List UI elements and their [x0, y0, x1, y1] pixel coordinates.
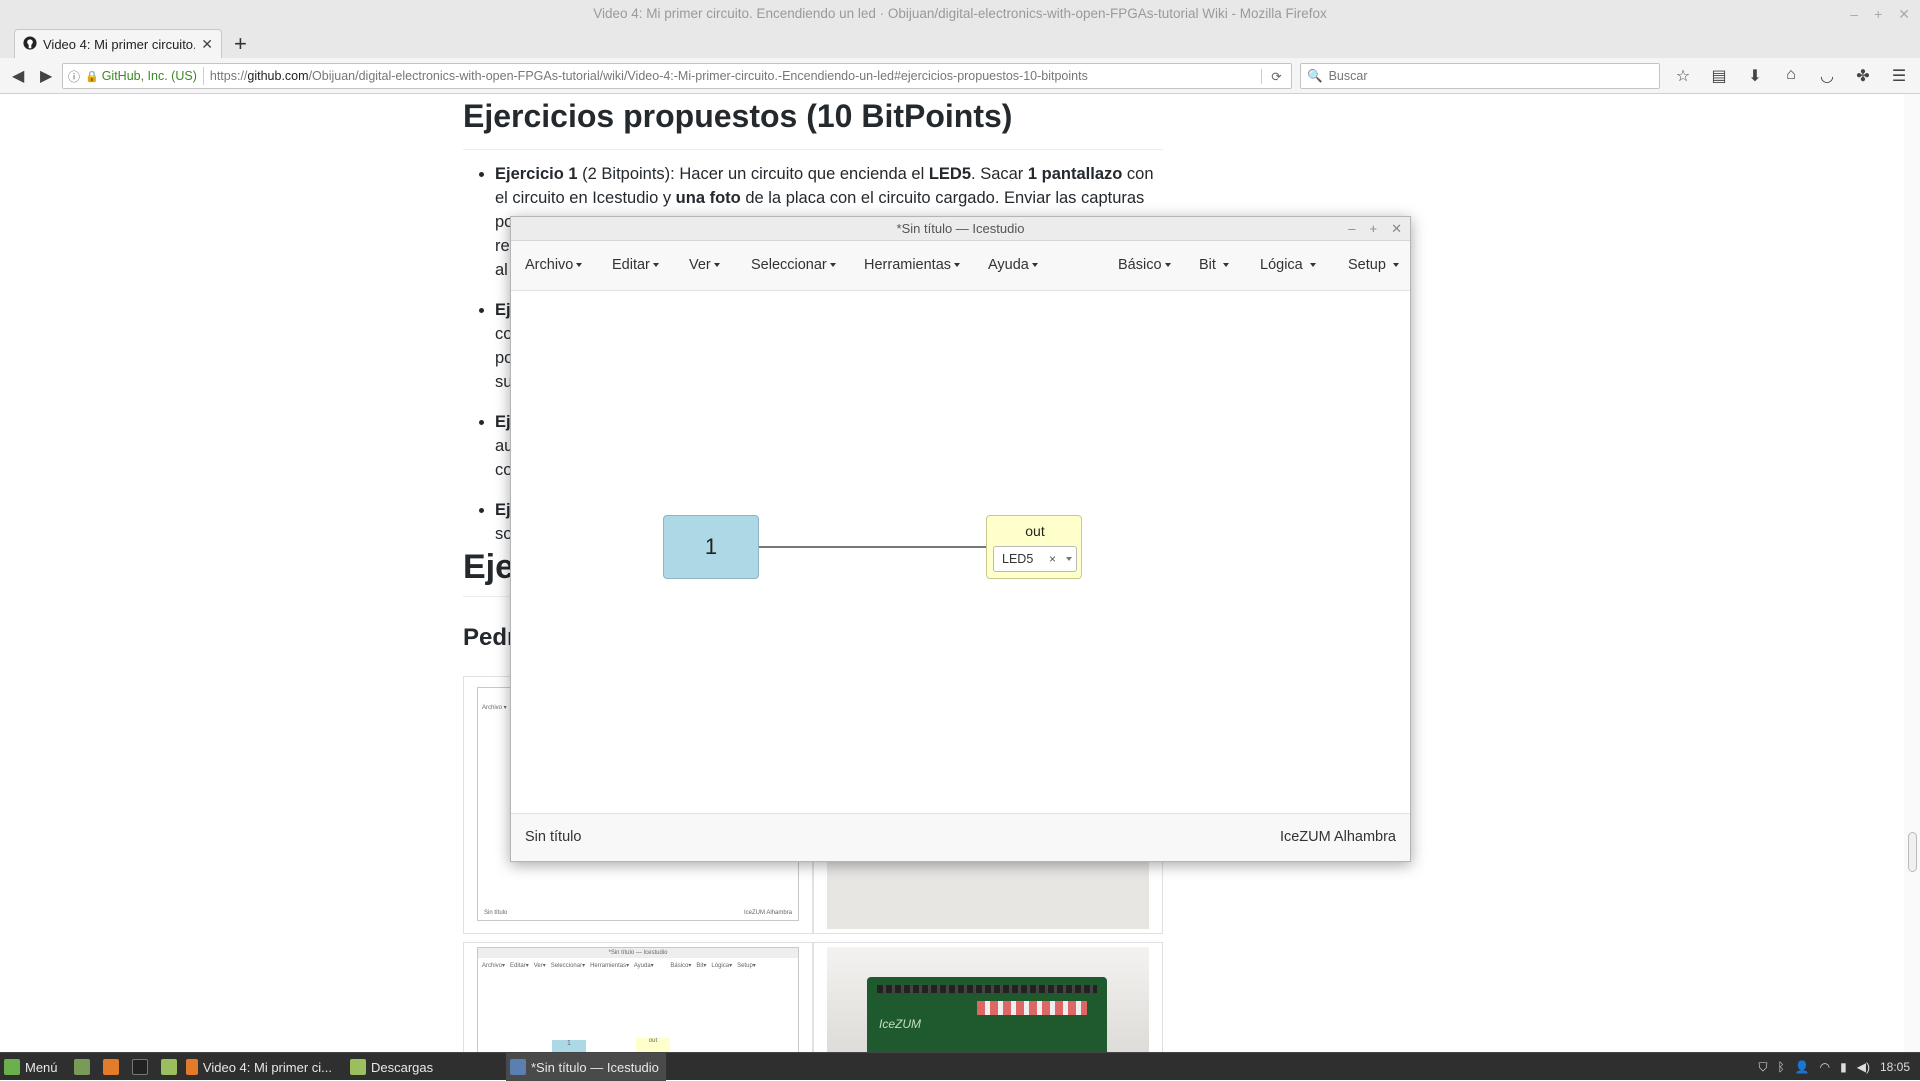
menu-basico[interactable]: Básico	[1118, 257, 1171, 273]
minimize-icon[interactable]: –	[1348, 217, 1355, 241]
icestudio-menubar: Archivo Editar Ver Seleccionar Herramien…	[511, 241, 1410, 291]
gallery-cell: IceZUM	[813, 942, 1163, 1052]
wire[interactable]	[759, 546, 986, 548]
window-titlebar: Video 4: Mi primer circuito. Encendiendo…	[0, 0, 1920, 28]
menu-ayuda[interactable]: Ayuda	[988, 257, 1038, 273]
firefox-icon[interactable]	[103, 1059, 119, 1075]
battery-icon[interactable]: ▮	[1840, 1060, 1847, 1074]
taskbar-item-firefox[interactable]: Video 4: Mi primer ci...	[182, 1053, 332, 1081]
menu-ver[interactable]: Ver	[689, 257, 720, 273]
folder-icon[interactable]	[161, 1059, 177, 1075]
circuit-canvas[interactable]: 1 out LED5 ×	[511, 291, 1410, 813]
terminal-icon[interactable]	[132, 1059, 148, 1075]
pin-value: LED5	[1002, 552, 1034, 566]
board-photo[interactable]: IceZUM	[827, 947, 1149, 1052]
info-icon[interactable]: ⓘ	[63, 68, 85, 85]
folder-icon	[350, 1059, 366, 1075]
icestudio-icon	[510, 1059, 526, 1075]
constant-block[interactable]: 1	[663, 515, 759, 579]
reading-list-icon[interactable]: ▤	[1708, 66, 1730, 86]
bluetooth-icon[interactable]: ᛒ	[1777, 1060, 1784, 1074]
start-menu-button[interactable]: Menú	[4, 1053, 58, 1081]
menu-seleccionar[interactable]: Seleccionar	[751, 257, 836, 273]
tab-bar: Video 4: Mi primer circuito. ✕ +	[0, 28, 1920, 59]
screenshot-thumbnail[interactable]: *Sin título — Icestudio Archivo▾ Editar▾…	[477, 947, 799, 1052]
wifi-icon[interactable]: ◠	[1820, 1060, 1830, 1074]
search-placeholder: Buscar	[1328, 69, 1368, 83]
output-block[interactable]: out LED5 ×	[986, 515, 1082, 579]
icestudio-window: *Sin título — Icestudio – + ✕ Archivo Ed…	[510, 216, 1411, 862]
minimize-icon[interactable]: –	[1850, 0, 1858, 28]
system-tray: ⛉ ᛒ 👤 ◠ ▮ ◀) 18:05	[1758, 1053, 1910, 1081]
menu-editar[interactable]: Editar	[612, 257, 659, 273]
url-bar[interactable]: ⓘ 🔒 GitHub, Inc. (US) https://github.com…	[62, 63, 1292, 89]
github-icon	[23, 36, 37, 53]
output-label: out	[1025, 523, 1045, 539]
tab-title: Video 4: Mi primer circuito.	[43, 37, 196, 52]
dropdown-arrow-icon[interactable]	[1066, 557, 1072, 561]
pin-select[interactable]: LED5 ×	[993, 546, 1077, 572]
site-identity[interactable]: GitHub, Inc. (US)	[102, 69, 197, 83]
mint-logo-icon	[4, 1059, 20, 1075]
search-input[interactable]: 🔍 Buscar	[1300, 63, 1660, 89]
menu-logica[interactable]: Lógica	[1260, 257, 1316, 273]
close-icon[interactable]: ✕	[1391, 217, 1402, 241]
pocket-icon[interactable]: ◡	[1816, 66, 1838, 86]
page-scrollbar[interactable]	[1904, 94, 1920, 1052]
scrollbar-thumb[interactable]	[1908, 832, 1917, 872]
taskbar: Menú Video 4: Mi primer ci... Descargas …	[0, 1052, 1920, 1081]
menu-bit[interactable]: Bit	[1199, 257, 1229, 273]
firefox-icon	[186, 1059, 198, 1075]
menu-setup[interactable]: Setup	[1348, 257, 1399, 273]
section-heading: Ejercicios propuestos (10 BitPoints)	[463, 94, 1163, 150]
navigation-bar: ◀ ▶ ⓘ 🔒 GitHub, Inc. (US) https://github…	[0, 58, 1920, 94]
menu-archivo[interactable]: Archivo	[525, 257, 583, 273]
browser-tab[interactable]: Video 4: Mi primer circuito. ✕	[14, 29, 222, 59]
url-text[interactable]: https://github.com/Obijuan/digital-elect…	[210, 69, 1261, 83]
maximize-icon[interactable]: +	[1370, 217, 1378, 241]
taskbar-item-icestudio[interactable]: *Sin título — Icestudio	[506, 1053, 666, 1081]
icestudio-statusbar: Sin título IceZUM Alhambra	[511, 813, 1410, 861]
icestudio-titlebar[interactable]: *Sin título — Icestudio – + ✕	[511, 217, 1410, 241]
volume-icon[interactable]: ◀)	[1857, 1060, 1870, 1074]
bookmark-star-icon[interactable]: ☆	[1672, 66, 1694, 86]
clear-pin-icon[interactable]: ×	[1049, 547, 1056, 571]
icestudio-title: *Sin título — Icestudio	[896, 221, 1025, 236]
window-title: Video 4: Mi primer circuito. Encendiendo…	[593, 6, 1327, 21]
extension-icon[interactable]: ✤	[1852, 66, 1874, 86]
forward-icon[interactable]: ▶	[40, 66, 52, 86]
clock[interactable]: 18:05	[1880, 1060, 1910, 1074]
hamburger-menu-icon[interactable]: ☰	[1888, 66, 1910, 86]
back-icon[interactable]: ◀	[12, 66, 24, 86]
project-name: Sin título	[525, 829, 582, 845]
close-icon[interactable]: ✕	[1898, 0, 1910, 28]
user-icon[interactable]: 👤	[1795, 1060, 1810, 1074]
new-tab-icon[interactable]: +	[234, 31, 247, 57]
lock-icon: 🔒	[85, 70, 99, 83]
board-name[interactable]: IceZUM Alhambra	[1280, 829, 1396, 845]
download-icon[interactable]: ⬇	[1744, 66, 1766, 86]
taskbar-item-descargas[interactable]: Descargas	[346, 1053, 496, 1081]
reload-icon[interactable]: ⟳	[1261, 68, 1291, 84]
home-icon[interactable]: ⌂	[1780, 66, 1802, 86]
shield-icon[interactable]: ⛉	[1758, 1060, 1767, 1075]
search-icon: 🔍	[1307, 68, 1323, 83]
maximize-icon[interactable]: +	[1874, 0, 1882, 28]
tab-close-icon[interactable]: ✕	[201, 36, 213, 53]
subsection-heading: Pedr	[463, 624, 517, 651]
menu-herramientas[interactable]: Herramientas	[864, 257, 961, 273]
quick-launch	[74, 1053, 177, 1081]
gallery-cell: *Sin título — Icestudio Archivo▾ Editar▾…	[463, 942, 813, 1052]
section-heading-2: Eje	[463, 548, 515, 586]
desktop-icon[interactable]	[74, 1059, 90, 1075]
